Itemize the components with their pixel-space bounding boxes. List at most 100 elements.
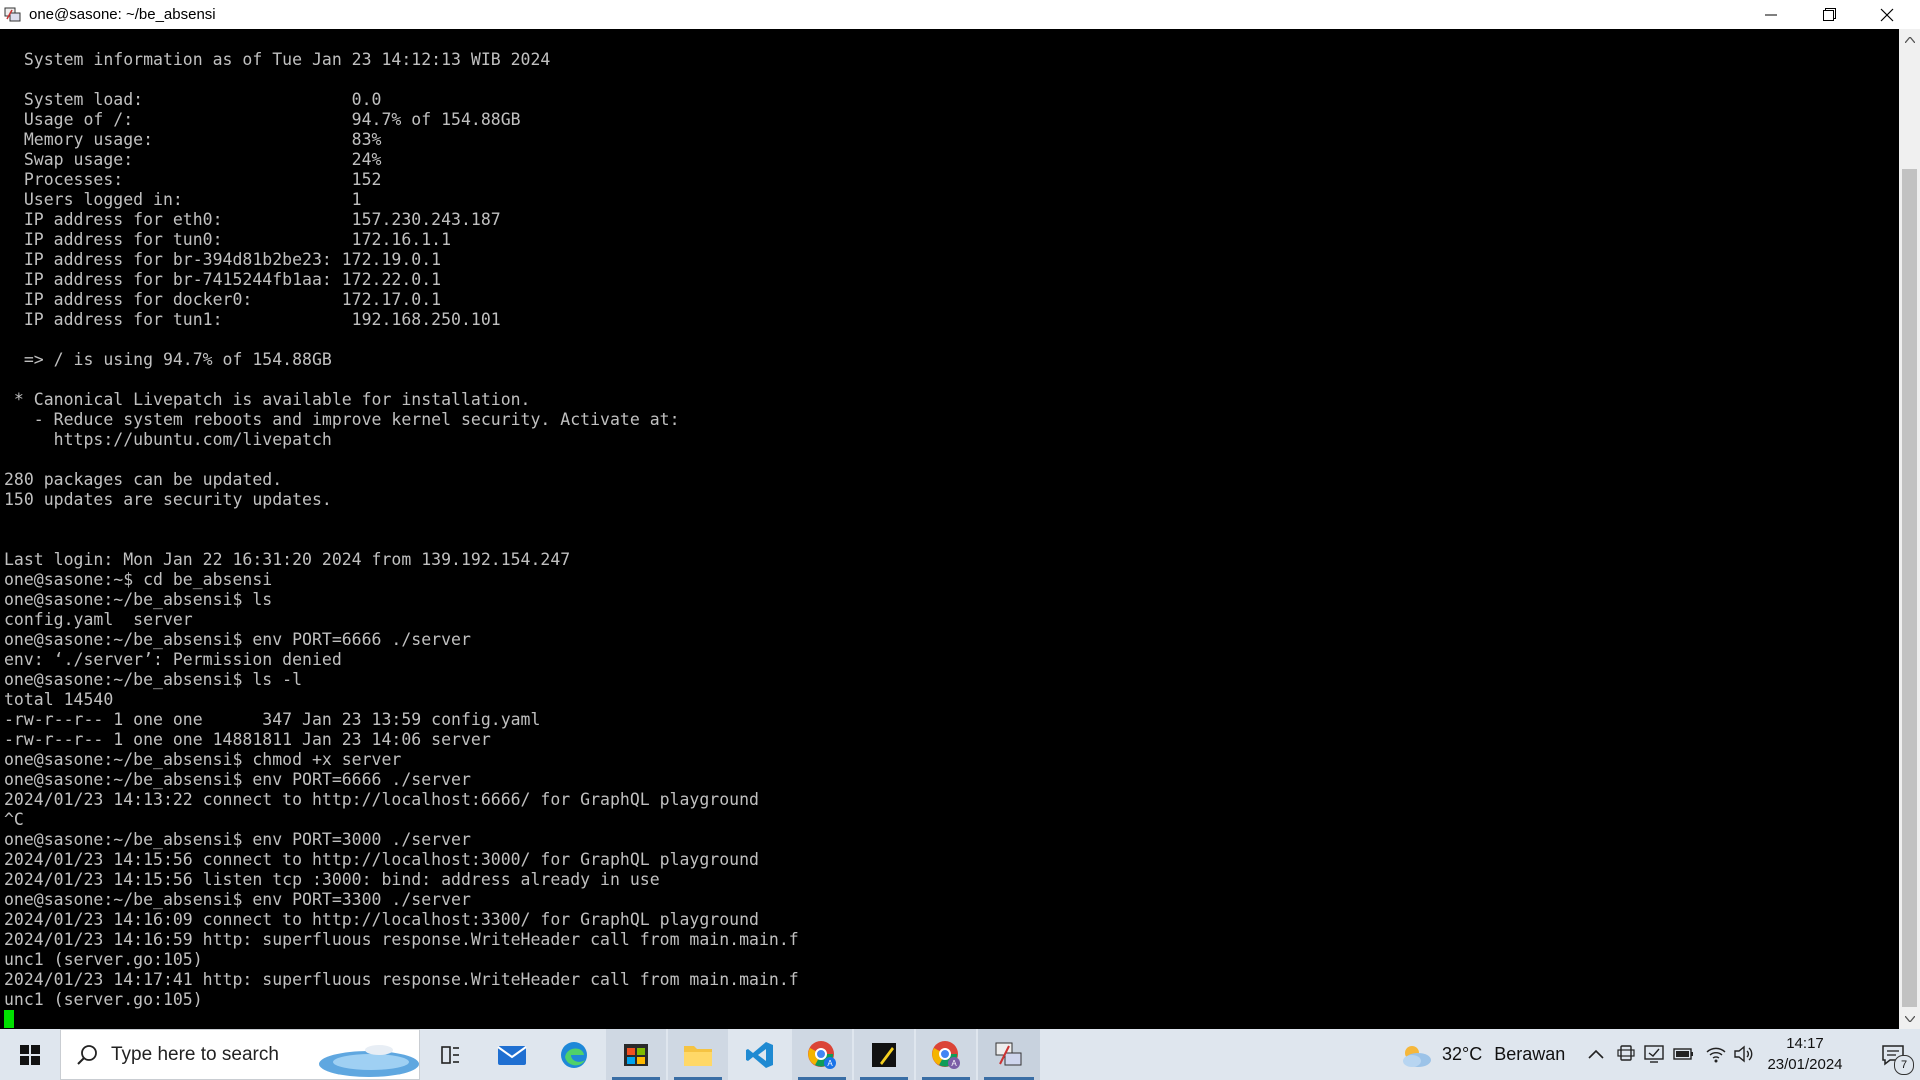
terminal-line: IP address for br-7415244fb1aa: 172.22.0… [4, 270, 442, 289]
vscode-icon [746, 1041, 773, 1068]
scroll-down-button[interactable] [1899, 1008, 1920, 1029]
terminal-area[interactable]: System information as of Tue Jan 23 14:1… [0, 29, 1899, 1029]
terminal-line: Users logged in: 1 [4, 190, 362, 209]
terminal-line: one@sasone:~/be_absensi$ env PORT=6666 .… [4, 630, 471, 649]
terminal-line: Usage of /: 94.7% of 154.88GB [4, 110, 521, 129]
notification-center-button[interactable]: 7 [1866, 1029, 1920, 1080]
terminal-line: -rw-r--r-- 1 one one 14881811 Jan 23 14:… [4, 730, 491, 749]
terminal-cursor [4, 1010, 14, 1028]
tray-meet-now[interactable] [1614, 1042, 1638, 1066]
notification-count-badge: 7 [1894, 1055, 1914, 1075]
terminal-line: one@sasone:~/be_absensi$ env PORT=3000 .… [4, 830, 471, 849]
battery-icon [1673, 1048, 1693, 1060]
taskbar-edge[interactable] [544, 1029, 604, 1080]
task-view-button[interactable] [420, 1029, 480, 1080]
terminal-line: * Canonical Livepatch is available for i… [4, 390, 531, 409]
terminal-line: 2024/01/23 14:15:56 listen tcp :3000: bi… [4, 870, 660, 889]
terminal-line: 2024/01/23 14:15:56 connect to http://lo… [4, 850, 759, 869]
putty-app-icon[interactable] [3, 5, 23, 25]
taskbar-clock[interactable]: 14:17 23/01/2024 [1760, 1033, 1850, 1075]
start-button[interactable] [0, 1029, 60, 1080]
taskbar-vscode[interactable] [730, 1029, 790, 1080]
vertical-scrollbar[interactable] [1899, 29, 1920, 1029]
file-explorer-icon [684, 1045, 712, 1066]
weather-widget[interactable]: 32°C Berawan [1398, 1029, 1565, 1080]
terminal-line: IP address for tun0: 172.16.1.1 [4, 230, 452, 249]
terminal-line: one@sasone:~/be_absensi$ ls [4, 590, 273, 609]
task-view-icon [441, 1045, 459, 1064]
tray-battery[interactable] [1672, 1042, 1696, 1066]
weather-temperature: 32°C [1442, 1044, 1483, 1064]
cloudy-weather-icon [1403, 1045, 1431, 1067]
terminal-output: System information as of Tue Jan 23 14:1… [4, 50, 799, 1029]
edge-icon [561, 1041, 587, 1068]
taskbar-search-box[interactable]: Type here to search [60, 1029, 420, 1080]
search-icon [75, 1043, 99, 1067]
terminal-line: total 14540 [4, 690, 114, 709]
terminal-line: -rw-r--r-- 1 one one 347 Jan 23 13:59 co… [4, 710, 541, 729]
taskbar-file-explorer[interactable] [668, 1029, 728, 1080]
terminal-line: Processes: 152 [4, 170, 382, 189]
chrome-profile-icon: A [808, 1040, 836, 1069]
restore-button[interactable] [1800, 0, 1858, 29]
tray-volume[interactable] [1732, 1042, 1756, 1066]
windows-logo-icon [20, 1044, 40, 1065]
taskbar-sticky-notes[interactable] [854, 1029, 914, 1080]
terminal-line: IP address for br-394d81b2be23: 172.19.0… [4, 250, 442, 269]
taskbar-putty[interactable] [978, 1029, 1040, 1080]
clock-time: 14:17 [1786, 1035, 1824, 1052]
chrome-icon: A [932, 1040, 960, 1069]
title-bar: one@sasone: ~/be_absensi [0, 0, 1920, 29]
device-icon [1617, 1045, 1635, 1061]
putty-icon [995, 1042, 1022, 1065]
sticky-notes-icon [872, 1042, 896, 1067]
terminal-line: unc1 (server.go:105) [4, 990, 203, 1009]
clock-date: 23/01/2024 [1767, 1056, 1843, 1073]
mail-icon [497, 1045, 527, 1065]
terminal-line: Last login: Mon Jan 22 16:31:20 2024 fro… [4, 550, 571, 569]
terminal-line: IP address for docker0: 172.17.0.1 [4, 290, 442, 309]
terminal-line: one@sasone:~/be_absensi$ env PORT=6666 .… [4, 770, 471, 789]
store-icon [624, 1043, 648, 1066]
search-placeholder: Type here to search [111, 1043, 279, 1065]
window-title: one@sasone: ~/be_absensi [29, 6, 216, 23]
terminal-line: https://ubuntu.com/livepatch [4, 430, 332, 449]
close-button[interactable] [1858, 0, 1916, 29]
scroll-up-button[interactable] [1899, 29, 1920, 50]
terminal-line: 2024/01/23 14:17:41 http: superfluous re… [4, 970, 799, 989]
show-hidden-icons-button[interactable] [1584, 1042, 1608, 1066]
terminal-cursor-line [4, 1010, 799, 1029]
taskbar: Type here to search A A 32°C Berawan 14:… [0, 1029, 1920, 1080]
taskbar-chrome[interactable]: A [916, 1029, 976, 1080]
tray-display[interactable] [1642, 1042, 1666, 1066]
terminal-line: one@sasone:~/be_absensi$ env PORT=3300 .… [4, 890, 471, 909]
terminal-line: 2024/01/23 14:13:22 connect to http://lo… [4, 790, 759, 809]
taskbar-chrome-profile[interactable]: A [792, 1029, 852, 1080]
minimize-button[interactable] [1742, 0, 1800, 29]
terminal-line: unc1 (server.go:105) [4, 950, 203, 969]
terminal-line: System load: 0.0 [4, 90, 382, 109]
terminal-line: IP address for tun1: 192.168.250.101 [4, 310, 501, 329]
weather-condition: Berawan [1494, 1044, 1566, 1064]
tray-wifi[interactable] [1704, 1042, 1728, 1066]
taskbar-store[interactable] [606, 1029, 666, 1080]
terminal-line: => / is using 94.7% of 154.88GB [4, 350, 332, 369]
terminal-line: one@sasone:~/be_absensi$ ls -l [4, 670, 303, 689]
display-icon [1644, 1045, 1664, 1063]
taskbar-mail[interactable] [482, 1029, 542, 1080]
terminal-line: Memory usage: 83% [4, 130, 382, 149]
scroll-thumb[interactable] [1902, 169, 1917, 1007]
svg-text:A: A [827, 1059, 833, 1068]
terminal-line: IP address for eth0: 157.230.243.187 [4, 210, 501, 229]
svg-text:A: A [951, 1059, 957, 1068]
terminal-line: Swap usage: 24% [4, 150, 382, 169]
wifi-icon [1706, 1047, 1726, 1063]
terminal-line: one@sasone:~$ cd be_absensi [4, 570, 273, 589]
terminal-line: ^C [4, 810, 24, 829]
search-highlight-illustration-icon [319, 1045, 419, 1077]
terminal-line: one@sasone:~/be_absensi$ chmod +x server [4, 750, 402, 769]
